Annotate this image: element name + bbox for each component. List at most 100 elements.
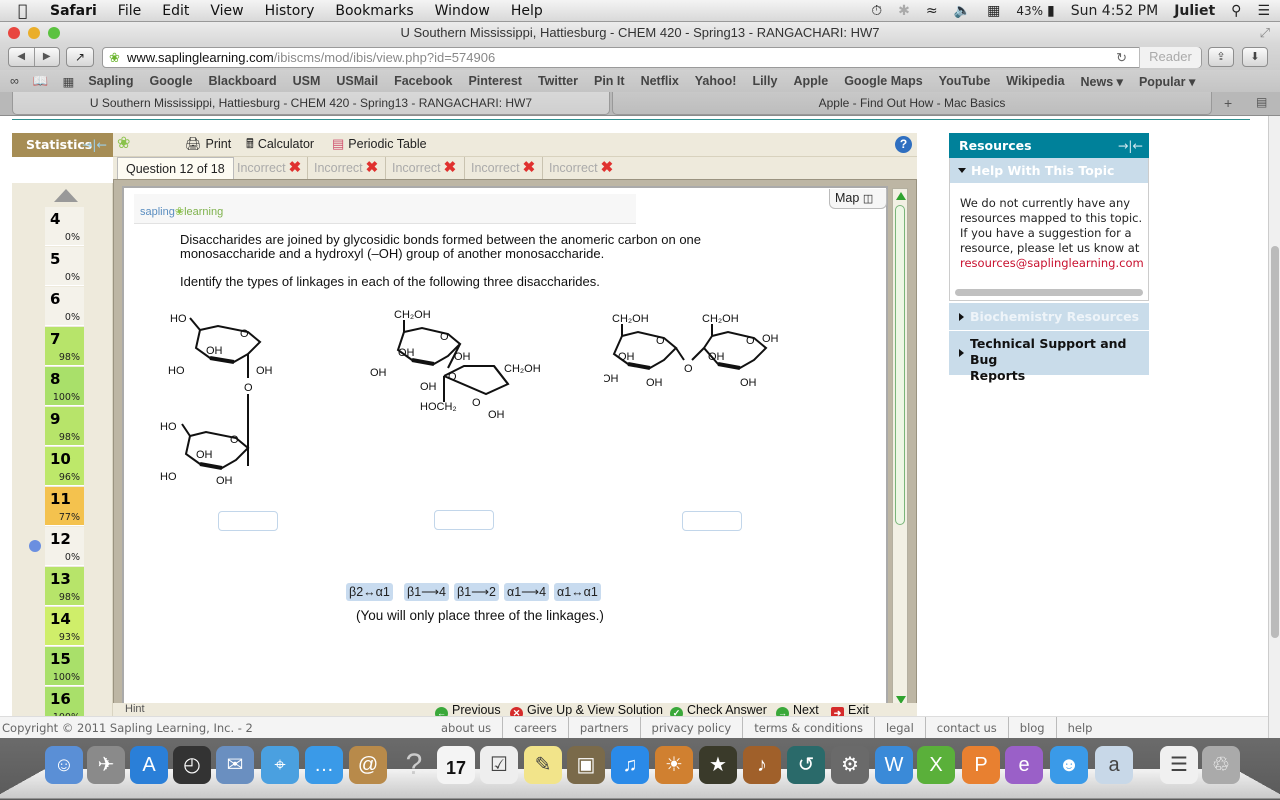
menu-bookmarks[interactable]: Bookmarks bbox=[335, 3, 413, 19]
tab-overview-icon[interactable]: ▤ bbox=[1256, 95, 1267, 109]
footer-link-contact[interactable]: contact us bbox=[926, 717, 1009, 738]
tab-sapling[interactable]: U Southern Mississippi, Hattiesburg - CH… bbox=[12, 92, 610, 115]
volume-icon[interactable]: 🔈 bbox=[954, 3, 971, 19]
menu-history[interactable]: History bbox=[265, 3, 315, 19]
hints-toggle[interactable]: Hint bbox=[125, 703, 145, 715]
collapse-statistics-icon[interactable]: →|← bbox=[82, 133, 107, 157]
photo-booth-icon[interactable]: ▣ bbox=[567, 746, 605, 784]
linkage-drop-target-1[interactable] bbox=[218, 511, 278, 531]
scroll-up-arrow-icon[interactable] bbox=[54, 189, 78, 202]
reader-button[interactable]: Reader bbox=[1139, 47, 1201, 68]
tab-question[interactable]: Question 12 of 18 bbox=[117, 157, 234, 179]
powerpoint-icon[interactable]: P bbox=[962, 746, 1000, 784]
scroll-up-icon[interactable] bbox=[896, 192, 906, 200]
forward-button[interactable]: ▶ bbox=[35, 48, 60, 66]
spotlight-icon[interactable]: ⚲ bbox=[1231, 3, 1241, 19]
tab-attempt-5[interactable]: Incorrect ✖ bbox=[542, 157, 613, 179]
question-nav-item[interactable]: 15 100% bbox=[45, 647, 84, 686]
time-machine-icon[interactable]: ↺ bbox=[787, 746, 825, 784]
collapse-resources-icon[interactable]: →|← bbox=[1118, 133, 1143, 158]
messenger-icon[interactable]: ☻ bbox=[1050, 746, 1088, 784]
iphoto-icon[interactable]: ☀ bbox=[655, 746, 693, 784]
bookmark-item[interactable]: Facebook bbox=[394, 74, 452, 88]
biochemistry-resources-section[interactable]: Biochemistry Resources bbox=[949, 303, 1149, 330]
dashboard-icon[interactable]: ◴ bbox=[173, 746, 211, 784]
footer-link-help[interactable]: help bbox=[1057, 717, 1104, 738]
excel-icon[interactable]: X bbox=[917, 746, 955, 784]
imovie-icon[interactable]: ★ bbox=[699, 746, 737, 784]
footer-link-privacy[interactable]: privacy policy bbox=[641, 717, 744, 738]
linkage-chip[interactable]: α1↔α1 bbox=[554, 583, 601, 601]
menu-app-name[interactable]: Safari bbox=[50, 3, 97, 19]
clock[interactable]: Sun 4:52 PM bbox=[1071, 3, 1159, 19]
bookmark-item[interactable]: Pin It bbox=[594, 74, 625, 88]
share-button[interactable]: ↗ bbox=[66, 47, 94, 67]
help-icon[interactable]: ? bbox=[395, 746, 433, 784]
question-nav-item[interactable]: 10 96% bbox=[45, 447, 84, 486]
documents-icon[interactable]: ☰ bbox=[1160, 746, 1198, 784]
tech-support-section[interactable]: Technical Support and Bug Reports bbox=[949, 331, 1149, 383]
address-bar[interactable]: ❀ www.saplinglearning.com/ibiscms/mod/ib… bbox=[102, 47, 1202, 68]
linkage-chip[interactable]: β1⟶2 bbox=[454, 583, 500, 601]
footer-link-blog[interactable]: blog bbox=[1009, 717, 1057, 738]
tab-attempt-1[interactable]: Incorrect ✖ bbox=[231, 157, 301, 179]
itunes-icon[interactable]: ♫ bbox=[611, 746, 649, 784]
footer-link-careers[interactable]: careers bbox=[503, 717, 569, 738]
map-button[interactable]: Map ◫ bbox=[829, 189, 887, 209]
trash-icon[interactable]: ♲ bbox=[1202, 746, 1240, 784]
contacts-icon[interactable]: @ bbox=[349, 746, 387, 784]
bookmark-item[interactable]: Twitter bbox=[538, 74, 578, 88]
mail-icon[interactable]: ✉ bbox=[216, 746, 254, 784]
footer-link-terms[interactable]: terms & conditions bbox=[743, 717, 875, 738]
bookmark-item[interactable]: Wikipedia bbox=[1006, 74, 1064, 88]
reading-list-icon[interactable]: ∞ bbox=[10, 74, 19, 88]
bluetooth-icon[interactable]: ✱ bbox=[898, 3, 910, 19]
apple-menu-icon[interactable]:  bbox=[18, 1, 36, 20]
bookmark-item[interactable]: USM bbox=[293, 74, 321, 88]
resources-header[interactable]: Resources →|← bbox=[949, 133, 1149, 158]
page-scrollbar[interactable] bbox=[1268, 116, 1280, 738]
bookmark-item[interactable]: Sapling bbox=[88, 74, 133, 88]
back-button[interactable]: ◀ bbox=[9, 48, 35, 66]
zoom-window-button[interactable] bbox=[48, 27, 60, 39]
keyboard-icon[interactable]: ▦ bbox=[987, 3, 1000, 19]
question-nav-item[interactable]: 9 98% bbox=[45, 407, 84, 446]
page-scrollbar-thumb[interactable] bbox=[1271, 246, 1279, 638]
question-nav-item[interactable]: 8 100% bbox=[45, 367, 84, 406]
bookmark-item[interactable]: Google Maps bbox=[844, 74, 922, 88]
app-store-icon[interactable]: A bbox=[130, 746, 168, 784]
battery-percent[interactable]: 43% bbox=[1016, 4, 1043, 18]
calculator-button[interactable]: 🖩 Calculator bbox=[246, 133, 314, 155]
question-nav-item[interactable]: 5 0% bbox=[45, 247, 84, 286]
fullscreen-icon[interactable]: ⤢ bbox=[1260, 22, 1270, 44]
linkage-drop-target-2[interactable] bbox=[434, 510, 494, 530]
bookmark-item[interactable]: Yahoo! bbox=[695, 74, 737, 88]
tab-apple[interactable]: Apple - Find Out How - Mac Basics bbox=[612, 92, 1212, 115]
question-nav-item[interactable]: 11 77% bbox=[45, 487, 84, 526]
menu-edit[interactable]: Edit bbox=[162, 3, 189, 19]
garageband-icon[interactable]: ♪ bbox=[743, 746, 781, 784]
wifi-icon[interactable]: ≈ bbox=[926, 3, 938, 19]
finder-icon[interactable]: ☺ bbox=[45, 746, 83, 784]
question-nav-item[interactable]: 6 0% bbox=[45, 287, 84, 326]
question-nav-item[interactable]: 12 0% bbox=[45, 527, 84, 566]
bookmark-folder-news[interactable]: News ▾ bbox=[1081, 74, 1123, 89]
menu-view[interactable]: View bbox=[210, 3, 243, 19]
minimize-window-button[interactable] bbox=[28, 27, 40, 39]
add-bookmark-button[interactable]: ⇪ bbox=[1208, 47, 1234, 67]
scrollbar-thumb[interactable] bbox=[895, 205, 905, 525]
help-icon[interactable]: ? bbox=[895, 136, 912, 153]
notification-center-icon[interactable]: ☰ bbox=[1257, 3, 1270, 19]
time-machine-icon[interactable]: ⏱ bbox=[871, 3, 882, 19]
footer-link-partners[interactable]: partners bbox=[569, 717, 641, 738]
new-tab-button[interactable]: + bbox=[1224, 95, 1232, 111]
bookmark-item[interactable]: YouTube bbox=[939, 74, 991, 88]
help-topic-section[interactable]: Help With This Topic bbox=[949, 158, 1149, 183]
downloads-button[interactable]: ⬇ bbox=[1242, 47, 1268, 67]
periodic-table-button[interactable]: ▤ Periodic Table bbox=[332, 133, 427, 155]
entourage-icon[interactable]: e bbox=[1005, 746, 1043, 784]
launchpad-icon[interactable]: ✈ bbox=[87, 746, 125, 784]
calendar-icon[interactable]: 17 bbox=[437, 746, 475, 784]
bookmark-item[interactable]: Netflix bbox=[641, 74, 679, 88]
footer-link-legal[interactable]: legal bbox=[875, 717, 926, 738]
